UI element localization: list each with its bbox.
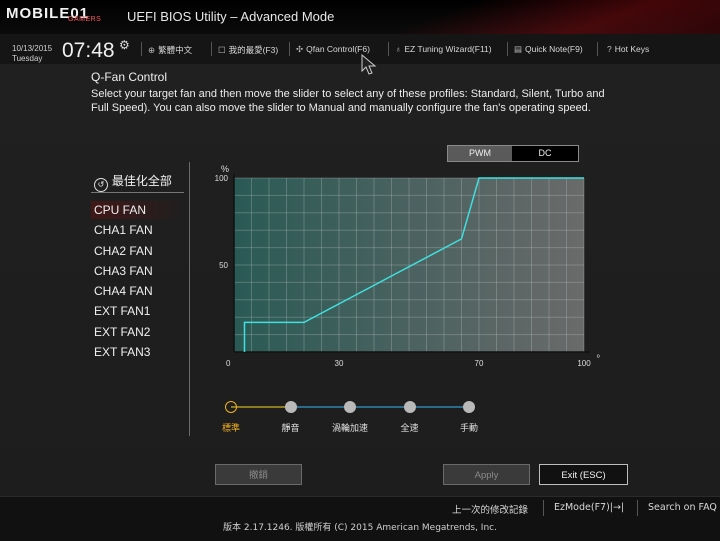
note-icon: ▤ (514, 44, 523, 54)
y-tick-label: 50 (219, 261, 228, 270)
menu-qfan-label: Qfan Control(F6) (306, 44, 370, 54)
footer-separator (637, 500, 638, 516)
undo-button[interactable]: 撤銷 (215, 464, 302, 485)
clock: 07:48 (62, 39, 115, 62)
fan-item-cha3[interactable]: CHA3 FAN (91, 262, 184, 280)
x-tick-label: 0 (226, 359, 231, 368)
profile-dot-1[interactable] (284, 401, 297, 413)
profile-label-0[interactable]: 標準 (222, 421, 240, 434)
menu-language[interactable]: ⊕ 繁體中文 (148, 44, 192, 56)
y-tick-label: 100 (215, 174, 229, 183)
menu-language-label: 繁體中文 (158, 45, 193, 55)
fan-item-cpu[interactable]: CPU FAN (91, 201, 184, 219)
profile-label-2[interactable]: 渦輪加速 (332, 421, 368, 434)
fan-curve-chart[interactable]: % ℃ 50 100 0 30 70 100 (210, 160, 600, 370)
fan-icon: ✣ (296, 44, 304, 54)
menu-hot-keys-label: Hot Keys (614, 44, 650, 54)
profile-track-segment (290, 406, 350, 408)
version-text: 版本 2.17.1246. 版權所有 (C) 2015 American Meg… (223, 523, 497, 533)
optimize-all-label: 最佳化全部 (111, 174, 172, 188)
apply-button[interactable]: Apply (443, 464, 530, 485)
fan-item-cha1[interactable]: CHA1 FAN (91, 221, 184, 239)
last-modified-link[interactable]: 上一次的修改記錄 (452, 502, 528, 516)
menu-separator (388, 42, 389, 56)
profile-label-3[interactable]: 全速 (400, 421, 418, 434)
menu-separator (289, 42, 290, 56)
fan-item-ext3[interactable]: EXT FAN3 (91, 343, 184, 361)
search-faq-link[interactable]: Search on FAQ (648, 502, 717, 513)
mouse-cursor-icon (361, 54, 377, 75)
profile-label-1[interactable]: 靜音 (281, 421, 299, 434)
menu-qfan-control[interactable]: ✣ Qfan Control(F6) (296, 44, 370, 55)
gear-icon[interactable]: ⚙ (119, 38, 130, 52)
profile-track-segment (350, 406, 410, 408)
help-icon: ? (607, 44, 612, 54)
profile-dot-4[interactable] (463, 401, 475, 413)
fan-item-cha4[interactable]: CHA4 FAN (91, 282, 184, 300)
day-text: Tuesday (12, 54, 43, 63)
menu-hot-keys[interactable]: ? Hot Keys (607, 44, 649, 54)
optimize-all-button[interactable]: ↺ 最佳化全部 (94, 172, 172, 192)
date-display: 10/13/2015 Tuesday (12, 44, 52, 64)
footer-separator (543, 500, 544, 516)
x-tick-label: 30 (335, 359, 344, 368)
x-axis-label: ℃ (596, 353, 600, 363)
profile-label-4[interactable]: 手動 (460, 421, 478, 434)
divider (91, 192, 184, 193)
menu-quick-note[interactable]: ▤ Quick Note(F9) (514, 44, 583, 55)
fan-item-ext2[interactable]: EXT FAN2 (91, 323, 184, 341)
fan-item-ext1[interactable]: EXT FAN1 (91, 302, 184, 320)
menu-favorites-label: 我的最愛(F3) (228, 45, 279, 55)
profile-dot-3[interactable] (403, 401, 416, 413)
page-description: Select your target fan and then move the… (91, 88, 605, 114)
mode-pwm-button[interactable]: PWM (448, 146, 512, 161)
vertical-divider (189, 162, 190, 436)
menu-separator (597, 42, 598, 56)
title-bar-glow (300, 0, 720, 34)
star-icon: ☐ (218, 45, 226, 55)
brand-logo-sub: GAMERS (68, 16, 102, 23)
page-title: Q-Fan Control (91, 70, 168, 84)
menu-separator (211, 42, 212, 56)
profile-track-segment (409, 406, 469, 408)
profile-track-segment (231, 406, 291, 408)
app-title: UEFI BIOS Utility – Advanced Mode (127, 9, 335, 24)
menu-separator (141, 42, 142, 56)
chart-grid (233, 177, 585, 353)
menu-quick-note-label: Quick Note(F9) (525, 44, 583, 54)
x-tick-label: 70 (475, 359, 484, 368)
profile-dot-2[interactable] (344, 401, 356, 413)
ezmode-link[interactable]: EzMode(F7)|→| (554, 502, 624, 513)
menu-ez-tuning[interactable]: ♁ EZ Tuning Wizard(F11) (395, 44, 492, 54)
mode-dc-button[interactable]: DC (513, 146, 577, 161)
bulb-icon: ♁ (395, 44, 402, 54)
menu-ez-tuning-label: EZ Tuning Wizard(F11) (404, 44, 492, 54)
exit-button[interactable]: Exit (ESC) (539, 464, 628, 485)
menu-separator (507, 42, 508, 56)
y-axis-label: % (221, 164, 229, 174)
profile-dot-0[interactable] (225, 401, 237, 413)
date-text: 10/13/2015 (12, 44, 53, 53)
fan-optimize-icon: ↺ (94, 178, 108, 192)
globe-icon: ⊕ (148, 45, 156, 55)
menu-favorites[interactable]: ☐ 我的最愛(F3) (218, 44, 278, 56)
fan-item-cha2[interactable]: CHA2 FAN (91, 242, 184, 260)
title-bar (0, 0, 720, 35)
x-tick-label: 100 (577, 359, 591, 368)
